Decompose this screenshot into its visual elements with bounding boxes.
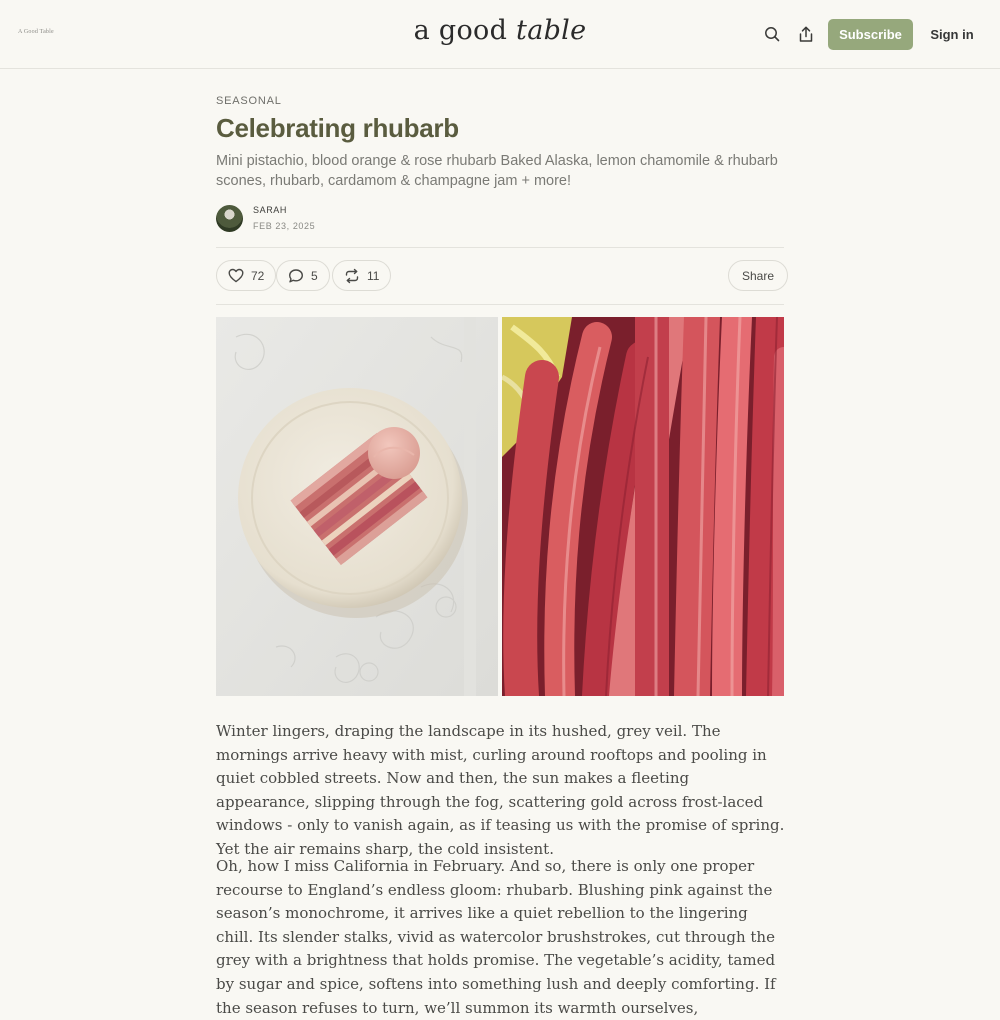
restack-icon [345,268,359,283]
subscribe-button[interactable]: Subscribe [828,19,913,50]
body-paragraph: Oh, how I miss California in February. A… [216,857,776,1017]
author-name[interactable]: SARAH [253,205,287,215]
author-avatar[interactable] [216,205,243,232]
comment-count: 5 [311,268,318,283]
post-image-rhubarb-stalks[interactable] [502,317,784,696]
post-image-rhubarb-dessert[interactable] [216,317,498,696]
section-label[interactable]: SEASONAL [216,95,282,107]
share-button[interactable]: Share [728,260,789,291]
divider [216,247,784,248]
post-title: Celebrating rhubarb [216,113,459,143]
restack-count: 11 [367,268,380,283]
search-icon[interactable] [762,24,782,44]
post-date: FEB 23, 2025 [253,221,316,231]
like-count: 72 [251,268,265,283]
body-paragraph: Winter lingers, draping the landscape in… [216,722,785,858]
divider [216,304,784,305]
wordmark-plain: a good [413,15,517,46]
share-label: Share [742,268,775,283]
restack-button[interactable]: 11 [332,260,392,291]
sign-in-button[interactable]: Sign in [925,19,979,50]
like-button[interactable]: 72 [216,260,277,291]
post-subtitle: Mini pistachio, blood orange & rose rhub… [216,153,778,189]
top-bar: A Good Table a good table Subscribe Sign… [0,0,1000,69]
comment-icon [289,268,303,282]
heart-icon [228,268,244,283]
share-icon[interactable] [796,24,816,44]
wordmark-italic: table [516,15,587,46]
comment-button[interactable]: 5 [276,260,330,291]
